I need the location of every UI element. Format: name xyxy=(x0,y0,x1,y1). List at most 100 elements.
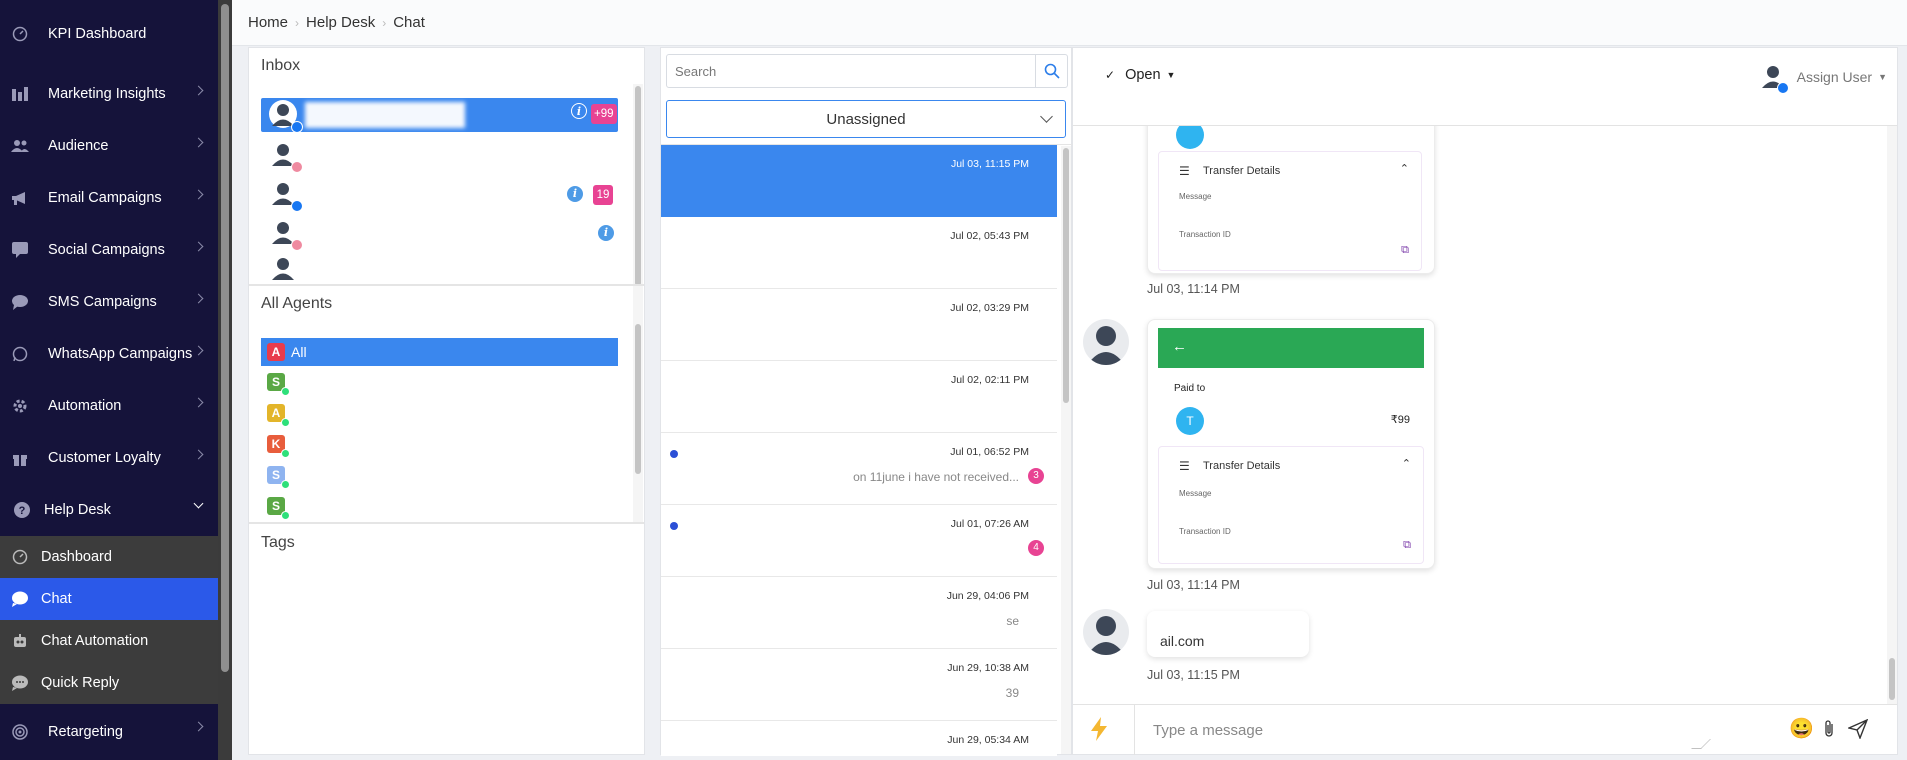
chat-header: ✓ Open ▼ Assign User ▼ xyxy=(1073,48,1897,126)
sidebar-item-label: Chat xyxy=(41,591,72,607)
agent-item[interactable]: A xyxy=(261,399,618,427)
scrollbar-thumb[interactable] xyxy=(221,4,229,672)
conversation-item[interactable]: Jul 01, 07:26 AM 4 xyxy=(661,505,1057,577)
transfer-details: ☰ Transfer Details ⌃ Message Transaction… xyxy=(1158,151,1422,271)
conversation-list: Jul 03, 11:15 PM Jul 02, 05:43 PM Jul 02, … xyxy=(661,145,1057,756)
conversation-time: Jun 29, 05:34 AM xyxy=(947,734,1029,746)
message-input[interactable] xyxy=(1153,719,1753,741)
sidebar-item-customer-loyalty[interactable]: Customer Loyalty xyxy=(0,432,218,484)
agent-avatar: A xyxy=(267,404,290,427)
sidebar-item-whatsapp-campaigns[interactable]: WhatsApp Campaigns xyxy=(0,328,218,380)
transaction-id-label: Transaction ID xyxy=(1179,527,1231,536)
sidebar-item-marketing-insights[interactable]: Marketing Insights xyxy=(0,68,218,120)
conversation-time: Jul 03, 11:15 PM xyxy=(950,158,1029,170)
paperclip-icon[interactable] xyxy=(1823,719,1835,744)
agent-item-all[interactable]: A All xyxy=(261,338,618,366)
conversation-scrollbar[interactable] xyxy=(1063,148,1069,403)
robot-icon xyxy=(11,632,29,650)
sidebar-item-label: KPI Dashboard xyxy=(48,26,147,42)
info-icon[interactable]: i xyxy=(598,225,614,241)
chevron-right-icon xyxy=(193,721,204,732)
caret-down-icon: ▼ xyxy=(1878,72,1887,82)
breadcrumb-separator-icon: › xyxy=(382,15,387,30)
sender-avatar xyxy=(1083,319,1129,365)
agent-item[interactable]: S xyxy=(261,368,618,396)
inbox-item[interactable]: i +99 xyxy=(261,98,618,133)
conversation-preview: 39 xyxy=(1005,686,1019,700)
copy-icon[interactable]: ⧉ xyxy=(1401,244,1409,257)
conversation-item[interactable]: Jul 01, 06:52 PM on 11june i have not rec… xyxy=(661,433,1057,505)
send-icon[interactable] xyxy=(1846,718,1869,744)
conversation-item[interactable]: Jun 29, 10:38 AM 39 xyxy=(661,649,1057,721)
status-dropdown[interactable]: ✓ Open ▼ xyxy=(1099,63,1181,87)
copy-icon[interactable]: ⧉ xyxy=(1403,539,1411,552)
transaction-id-label: Transaction ID xyxy=(1179,230,1231,239)
users-icon xyxy=(11,137,29,155)
breadcrumb-help-desk[interactable]: Help Desk xyxy=(306,14,375,31)
avatar xyxy=(269,100,303,133)
inbox-item[interactable]: i 19 xyxy=(261,177,618,212)
inbox-scrollbar[interactable] xyxy=(635,86,641,286)
chevron-right-icon xyxy=(193,189,204,200)
redacted-name xyxy=(305,102,465,128)
message-thread: ☰ Transfer Details ⌃ Message Transaction… xyxy=(1073,126,1897,704)
conversation-item[interactable]: Jul 03, 11:15 PM xyxy=(661,145,1057,217)
sidebar-nav: KPI Dashboard Marketing Insights Audienc… xyxy=(0,0,218,760)
filter-value: Unassigned xyxy=(826,110,906,128)
agent-avatar: A xyxy=(267,343,285,361)
conversation-item[interactable]: Jun 29, 05:34 AM xyxy=(661,721,1057,756)
search-input[interactable] xyxy=(675,61,1015,81)
inbox-item[interactable]: i xyxy=(261,216,618,251)
sidebar-scrollbar[interactable] xyxy=(218,0,232,760)
avatar xyxy=(269,218,303,251)
sidebar-item-dashboard[interactable]: Dashboard xyxy=(0,536,218,578)
agent-item[interactable]: S xyxy=(261,461,618,489)
sidebar-item-chat[interactable]: Chat xyxy=(0,578,218,620)
agent-item[interactable]: S xyxy=(261,492,618,520)
assignment-filter-select[interactable]: Unassigned xyxy=(666,100,1066,138)
agent-avatar: S xyxy=(267,497,290,520)
agents-scrollbar[interactable] xyxy=(635,324,641,474)
sidebar-item-email-campaigns[interactable]: Email Campaigns xyxy=(0,172,218,224)
search-icon[interactable] xyxy=(1035,55,1067,87)
sidebar-item-social-campaigns[interactable]: Social Campaigns xyxy=(0,224,218,276)
agent-initial: S xyxy=(271,468,280,482)
breadcrumb: Home › Help Desk › Chat xyxy=(232,0,1907,46)
conversation-item[interactable]: Jul 02, 02:11 PM xyxy=(661,361,1057,433)
sidebar-item-kpi-dashboard[interactable]: KPI Dashboard xyxy=(0,0,218,68)
breadcrumb-chat: Chat xyxy=(393,14,425,31)
sidebar-item-audience[interactable]: Audience xyxy=(0,120,218,172)
sidebar-item-quick-reply[interactable]: Quick Reply xyxy=(0,662,218,704)
assign-user-dropdown[interactable]: Assign User ▼ xyxy=(1759,62,1887,94)
conversation-time: Jul 01, 06:52 PM xyxy=(950,446,1029,458)
conversation-item[interactable]: Jun 29, 04:06 PM se xyxy=(661,577,1057,649)
info-icon[interactable]: i xyxy=(567,186,583,202)
inbox-item[interactable] xyxy=(261,138,618,173)
message-bubble: ail.com xyxy=(1147,611,1309,657)
info-icon[interactable]: i xyxy=(571,103,587,119)
status-label: Open xyxy=(1125,67,1161,83)
sidebar-item-help-desk[interactable]: ? Help Desk xyxy=(0,484,218,536)
sidebar-item-automation[interactable]: Automation xyxy=(0,380,218,432)
sidebar-item-chat-automation[interactable]: Chat Automation xyxy=(0,620,218,662)
sidebar-item-sms-campaigns[interactable]: SMS Campaigns xyxy=(0,276,218,328)
conversation-preview: on 11june i have not received... xyxy=(853,470,1019,484)
sidebar-item-label: Automation xyxy=(48,398,122,414)
sidebar-item-label: SMS Campaigns xyxy=(48,294,157,310)
agent-initial: K xyxy=(271,437,281,451)
gear-icon xyxy=(11,397,29,415)
lightning-icon[interactable] xyxy=(1091,717,1107,746)
inbox-item[interactable] xyxy=(261,255,618,283)
sidebar-item-retargeting[interactable]: Retargeting xyxy=(0,704,218,760)
conversation-item[interactable]: Jul 02, 05:43 PM xyxy=(661,217,1057,289)
agent-item[interactable]: K xyxy=(261,430,618,458)
avatar xyxy=(269,255,297,283)
message-composer: 😀 xyxy=(1073,704,1897,755)
thread-scrollbar[interactable] xyxy=(1889,658,1895,700)
unread-count-badge: 4 xyxy=(1028,540,1044,556)
emoji-icon[interactable]: 😀 xyxy=(1789,716,1814,741)
facebook-icon xyxy=(291,121,303,133)
conversation-item[interactable]: Jul 02, 03:29 PM xyxy=(661,289,1057,361)
breadcrumb-home[interactable]: Home xyxy=(248,14,288,31)
payee-avatar: T xyxy=(1176,407,1204,435)
